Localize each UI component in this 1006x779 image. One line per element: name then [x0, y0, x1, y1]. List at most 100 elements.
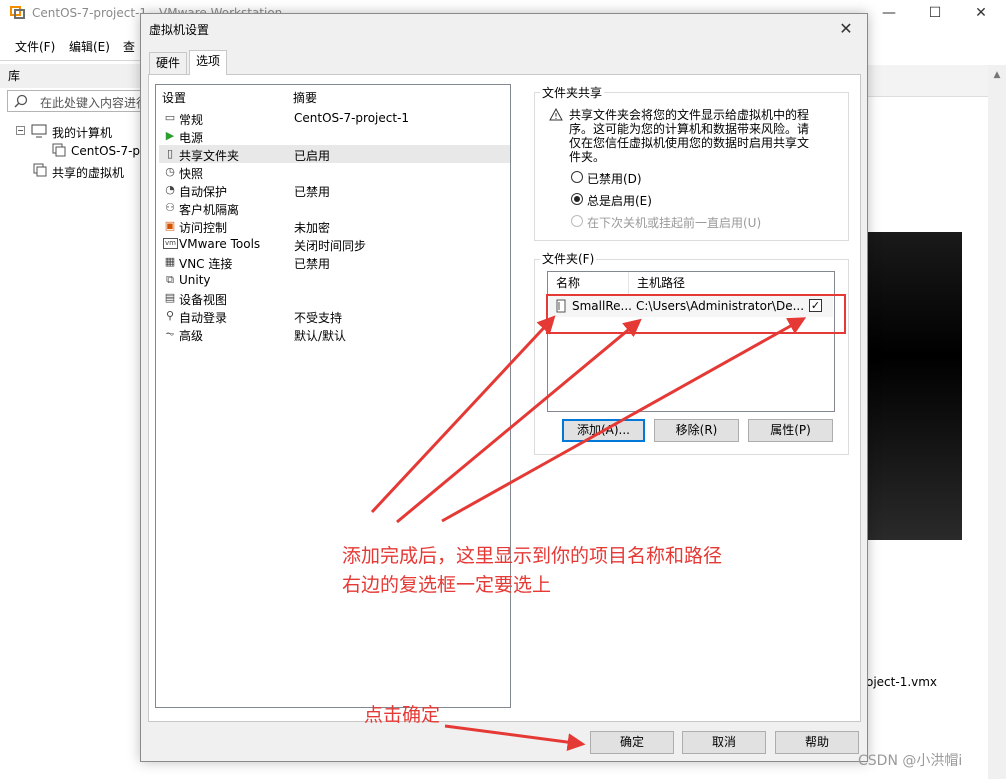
vmware-app-icon — [10, 6, 25, 19]
setting-name: 访问控制 — [179, 221, 228, 235]
setting-row-autologin[interactable]: ⚲ 自动登录 不受支持 — [159, 307, 510, 325]
setting-summary: 默认/默认 — [294, 329, 347, 343]
autologin-icon: ⚲ — [165, 309, 175, 322]
close-window-button[interactable]: ✕ — [958, 0, 1004, 28]
access-control-icon: ▣ — [164, 219, 176, 232]
column-host-path-header[interactable]: 主机路径 — [629, 272, 836, 294]
search-placeholder: 在此处键入内容进行 — [40, 96, 149, 110]
ok-button[interactable]: 确定 — [590, 731, 674, 754]
setting-summary: 未加密 — [294, 221, 331, 235]
setting-name: Unity — [179, 273, 211, 287]
setting-name: VNC 连接 — [179, 257, 233, 271]
unity-icon: ⧉ — [166, 273, 174, 286]
setting-row-access-control[interactable]: ▣ 访问控制 未加密 — [159, 217, 510, 235]
column-name-header[interactable]: 名称 — [548, 272, 629, 294]
remove-folder-button[interactable]: 移除(R) — [654, 419, 739, 442]
shared-vm-icon — [33, 163, 47, 177]
advanced-icon: ⏦ — [165, 327, 175, 340]
radio-dot — [571, 171, 583, 183]
shared-folder-icon: ▯ — [166, 147, 174, 160]
setting-summary: CentOS-7-project-1 — [294, 111, 410, 125]
tab-options[interactable]: 选项 — [189, 50, 228, 75]
highlight-box — [546, 294, 846, 334]
minimize-button[interactable]: — — [866, 0, 912, 28]
setting-name: VMware Tools — [179, 237, 261, 251]
setting-row-guest-isolation[interactable]: ⚇ 客户机隔离 — [159, 199, 510, 217]
setting-row-vmware-tools[interactable]: vm VMware Tools 关闭时间同步 — [159, 235, 510, 253]
workspace-toolbar — [866, 65, 1006, 97]
menu-view[interactable]: 查 — [123, 38, 135, 55]
setting-row-shared-folders[interactable]: ▯ 共享文件夹 已启用 — [159, 145, 510, 163]
autoprotect-icon: ◔ — [165, 183, 175, 196]
vmware-tools-icon: vm — [163, 238, 178, 249]
folders-label: 文件夹(F) — [540, 250, 597, 267]
setting-name: 快照 — [179, 167, 204, 181]
vm-icon — [52, 143, 66, 157]
setting-name: 客户机隔离 — [179, 203, 240, 217]
warning-icon — [549, 108, 563, 121]
setting-name: 自动登录 — [179, 311, 228, 325]
setting-name: 高级 — [179, 329, 204, 343]
setting-row-snapshots[interactable]: ◷ 快照 — [159, 163, 510, 181]
radio-dot — [571, 215, 583, 227]
add-folder-button[interactable]: 添加(A)... — [562, 419, 645, 442]
maximize-button[interactable]: ☐ — [912, 0, 958, 28]
setting-row-unity[interactable]: ⧉ Unity — [159, 271, 510, 289]
setting-row-general[interactable]: ▭ 常规 CentOS-7-project-1 — [159, 109, 510, 127]
vmx-filename: oject-1.vmx — [866, 675, 938, 689]
guest-isolation-icon: ⚇ — [165, 201, 175, 214]
setting-name: 自动保护 — [179, 185, 228, 199]
workspace-scrollbar[interactable] — [988, 65, 1006, 779]
watermark-text: CSDN @小洪帽i — [858, 753, 963, 769]
setting-row-advanced[interactable]: ⏦ 高级 默认/默认 — [159, 325, 510, 343]
setting-name: 电源 — [179, 131, 204, 145]
setting-summary: 关闭时间同步 — [294, 239, 367, 253]
general-icon: ▭ — [164, 111, 176, 124]
collapse-icon[interactable]: − — [16, 126, 25, 135]
tree-vm-centos[interactable]: CentOS-7-p — [71, 144, 140, 158]
setting-name: 常规 — [179, 113, 204, 127]
help-button[interactable]: 帮助 — [775, 731, 859, 754]
computer-icon — [31, 124, 47, 138]
setting-row-power[interactable]: ▶ 电源 — [159, 127, 510, 145]
search-icon — [14, 94, 28, 108]
vm-screen-thumbnail[interactable] — [866, 232, 962, 540]
dialog-close-icon[interactable]: ✕ — [831, 16, 861, 42]
dialog-title: 虚拟机设置 — [149, 23, 210, 37]
radio-label: 总是启用(E) — [587, 194, 652, 208]
radio-dot-selected — [571, 193, 583, 205]
scroll-up-icon[interactable]: ▲ — [988, 66, 1006, 84]
vm-settings-dialog: 虚拟机设置 ✕ 硬件 选项 设置 摘要 ▭ 常规 CentOS-7-projec… — [140, 13, 868, 762]
setting-summary: 已启用 — [294, 149, 331, 163]
setting-row-autoprotect[interactable]: ◔ 自动保护 已禁用 — [159, 181, 510, 199]
sharing-warning-text: 共享文件夹会将您的文件显示给虚拟机中的程序。这可能为您的计算机和数据带来风险。请… — [569, 108, 810, 164]
settings-list: 设置 摘要 ▭ 常规 CentOS-7-project-1 ▶ 电源 ▯ 共享文… — [155, 84, 511, 708]
setting-row-appliance-view[interactable]: ▤ 设备视图 — [159, 289, 510, 307]
menu-edit[interactable]: 编辑(E) — [69, 38, 110, 55]
setting-name: 共享文件夹 — [179, 149, 240, 163]
menu-file[interactable]: 文件(F) — [15, 38, 55, 55]
annotation-note-line1: 添加完成后，这里显示到你的项目名称和路径 — [342, 545, 723, 567]
tree-shared-vms[interactable]: 共享的虚拟机 — [52, 164, 124, 181]
shared-folders-list[interactable]: 名称 主机路径 SmallRe... C:\Users\Administrato… — [547, 271, 835, 412]
tab-hardware[interactable]: 硬件 — [149, 52, 188, 74]
cancel-button[interactable]: 取消 — [682, 731, 766, 754]
library-header: 库 — [0, 64, 141, 88]
folder-sharing-label: 文件夹共享 — [540, 84, 605, 101]
folder-properties-button[interactable]: 属性(P) — [748, 419, 833, 442]
setting-row-vnc[interactable]: ▦ VNC 连接 已禁用 — [159, 253, 510, 271]
annotation-click-ok: 点击确定 — [364, 704, 441, 726]
tree-my-computer[interactable]: 我的计算机 — [52, 124, 112, 141]
radio-label: 已禁用(D) — [587, 172, 642, 186]
appliance-view-icon: ▤ — [164, 291, 176, 304]
vnc-icon: ▦ — [164, 255, 176, 268]
settings-column-name: 设置 — [162, 91, 187, 105]
radio-label: 在下次关机或挂起前一直启用(U) — [587, 216, 762, 230]
setting-summary: 已禁用 — [294, 257, 331, 271]
setting-summary: 不受支持 — [294, 311, 343, 325]
annotation-note-line2: 右边的复选框一定要选上 — [342, 574, 552, 596]
setting-name: 设备视图 — [179, 293, 228, 307]
snapshot-icon: ◷ — [165, 165, 175, 178]
settings-column-summary: 摘要 — [293, 91, 318, 105]
power-icon: ▶ — [165, 129, 175, 142]
